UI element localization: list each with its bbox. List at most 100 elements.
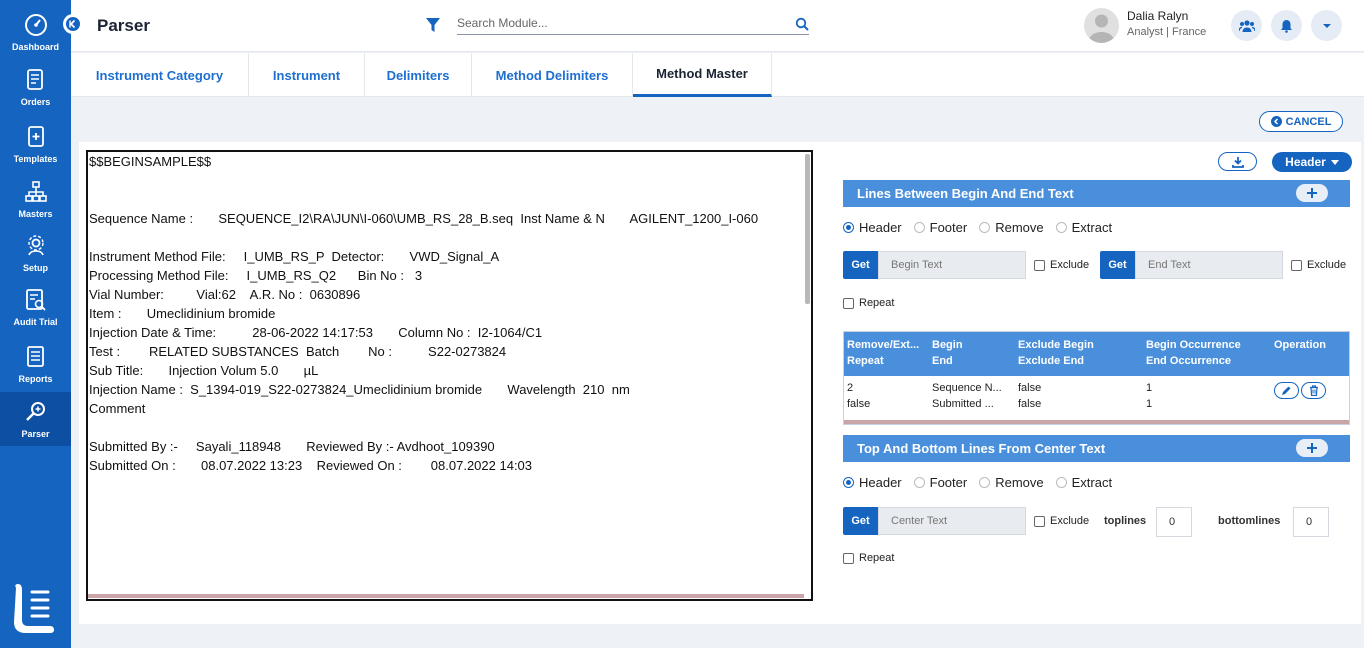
header-dropdown[interactable]: Header — [1272, 152, 1352, 172]
sidebar-item-label: Orders — [20, 97, 51, 107]
plus-icon — [1307, 188, 1317, 198]
sidebar: Dashboard Orders Templates Masters Setup… — [0, 0, 71, 648]
repeat-checkbox[interactable]: Repeat — [843, 297, 894, 309]
section-center-text-header: Top And Bottom Lines From Center Text — [843, 435, 1350, 462]
raw-text-viewer[interactable]: $$BEGINSAMPLE$$ Sequence Name : SEQUENCE… — [86, 150, 813, 601]
vertical-scrollbar[interactable] — [805, 154, 810, 304]
user-name: Dalia Ralyn — [1127, 9, 1189, 23]
sidebar-item-dashboard[interactable]: Dashboard — [0, 5, 71, 59]
section1-radio-group: Header Footer Remove Extract — [843, 218, 1124, 236]
users-icon — [1238, 19, 1255, 32]
section-title: Top And Bottom Lines From Center Text — [857, 441, 1106, 456]
raw-text-content: $$BEGINSAMPLE$$ Sequence Name : SEQUENCE… — [89, 154, 759, 473]
repeat-checkbox[interactable]: Repeat — [843, 552, 894, 564]
download-button[interactable] — [1218, 152, 1257, 171]
search-input[interactable] — [457, 13, 787, 30]
table-scrollbar[interactable] — [844, 420, 1349, 424]
top-bar: Parser Dalia Ralyn Analyst | France — [63, 0, 1364, 52]
tab-instrument-category[interactable]: Instrument Category — [71, 53, 249, 97]
sidebar-item-masters[interactable]: Masters — [0, 172, 71, 226]
back-arrow-icon — [1270, 116, 1282, 127]
center-text-input[interactable]: Center Text — [878, 507, 1026, 535]
dashboard-icon — [23, 12, 49, 38]
radio-footer[interactable]: Footer — [913, 220, 967, 235]
cancel-label: CANCEL — [1285, 115, 1332, 128]
sidebar-item-orders[interactable]: Orders — [0, 60, 71, 114]
add-begin-end-button[interactable] — [1296, 184, 1328, 202]
chevron-down-icon — [1322, 23, 1331, 28]
reports-icon — [23, 344, 49, 370]
exclude-center-checkbox[interactable]: Exclude — [1034, 515, 1089, 527]
download-icon — [1231, 156, 1244, 168]
toplines-input[interactable]: 0 — [1156, 507, 1192, 537]
delete-button[interactable] — [1301, 382, 1326, 399]
horizontal-scrollbar[interactable] — [88, 594, 804, 598]
radio-extract[interactable]: Extract — [1055, 475, 1112, 490]
sidebar-collapse-button[interactable] — [63, 14, 83, 34]
search-field — [457, 13, 809, 35]
team-button[interactable] — [1231, 10, 1262, 41]
section-begin-end-header: Lines Between Begin And End Text — [843, 180, 1350, 207]
avatar[interactable] — [1084, 8, 1119, 43]
get-begin-text-button[interactable]: Get — [843, 251, 878, 279]
setup-icon — [23, 233, 49, 259]
sidebar-item-parser[interactable]: Parser — [0, 392, 71, 446]
user-menu-button[interactable] — [1311, 10, 1342, 41]
templates-icon — [23, 124, 49, 150]
notifications-button[interactable] — [1271, 10, 1302, 41]
sidebar-item-label: Masters — [18, 209, 53, 219]
column-header: Exclude Begin Exclude End — [1018, 339, 1094, 367]
sidebar-item-label: Parser — [21, 429, 50, 439]
sidebar-item-reports[interactable]: Reports — [0, 337, 71, 391]
exclude-end-checkbox[interactable]: Exclude — [1291, 259, 1346, 271]
get-center-text-button[interactable]: Get — [843, 507, 878, 535]
column-header: Operation — [1274, 339, 1326, 351]
sidebar-item-audit-trial[interactable]: Audit Trial — [0, 280, 71, 334]
exclude-begin-checkbox[interactable]: Exclude — [1034, 259, 1089, 271]
sidebar-item-label: Dashboard — [11, 42, 59, 52]
radio-header[interactable]: Header — [843, 475, 902, 490]
get-end-text-button[interactable]: Get — [1100, 251, 1135, 279]
sidebar-item-label: Reports — [18, 374, 53, 384]
column-header: Begin Occurrence End Occurrence — [1146, 339, 1241, 367]
caret-down-icon — [1330, 159, 1339, 165]
end-text-input[interactable]: End Text — [1135, 251, 1283, 279]
audit-icon — [23, 287, 49, 313]
sidebar-item-label: Templates — [13, 154, 58, 164]
tab-delimiters[interactable]: Delimiters — [365, 53, 472, 97]
bottomlines-input[interactable]: 0 — [1293, 507, 1329, 537]
radio-footer[interactable]: Footer — [913, 475, 967, 490]
tab-method-delimiters[interactable]: Method Delimiters — [472, 53, 633, 97]
radio-remove[interactable]: Remove — [979, 475, 1044, 490]
plus-icon — [1307, 443, 1317, 453]
begin-text-input[interactable]: Begin Text — [878, 251, 1026, 279]
filter-icon[interactable] — [425, 17, 441, 38]
row-operations — [1274, 382, 1326, 399]
tab-bar: Instrument Category Instrument Delimiter… — [71, 53, 1364, 97]
header-dropdown-label: Header — [1285, 155, 1326, 169]
search-icon[interactable] — [795, 17, 809, 36]
column-header: Remove/Ext... Repeat — [847, 339, 920, 367]
sidebar-item-setup[interactable]: Setup — [0, 226, 71, 280]
radio-remove[interactable]: Remove — [979, 220, 1044, 235]
column-header: Begin End — [932, 339, 963, 367]
toplines-label: toplines — [1104, 515, 1147, 527]
app-logo — [10, 580, 58, 634]
rules-table: Remove/Ext... Repeat Begin End Exclude Beg… — [843, 331, 1350, 425]
sidebar-item-templates[interactable]: Templates — [0, 117, 71, 171]
table-header: Remove/Ext... Repeat Begin End Exclude Beg… — [844, 332, 1349, 376]
radio-extract[interactable]: Extract — [1055, 220, 1112, 235]
page-title: Parser — [97, 16, 150, 35]
radio-header[interactable]: Header — [843, 220, 902, 235]
tab-instrument[interactable]: Instrument — [249, 53, 365, 97]
tab-method-master[interactable]: Method Master — [633, 53, 772, 97]
collapse-icon — [66, 17, 80, 31]
bottomlines-label: bottomlines — [1218, 515, 1281, 527]
user-role: Analyst | France — [1127, 26, 1207, 38]
cancel-button[interactable]: CANCEL — [1259, 111, 1343, 132]
edit-button[interactable] — [1274, 382, 1299, 399]
bell-icon — [1281, 19, 1292, 33]
pencil-icon — [1282, 386, 1291, 395]
add-center-text-button[interactable] — [1296, 439, 1328, 457]
masters-icon — [23, 179, 49, 205]
